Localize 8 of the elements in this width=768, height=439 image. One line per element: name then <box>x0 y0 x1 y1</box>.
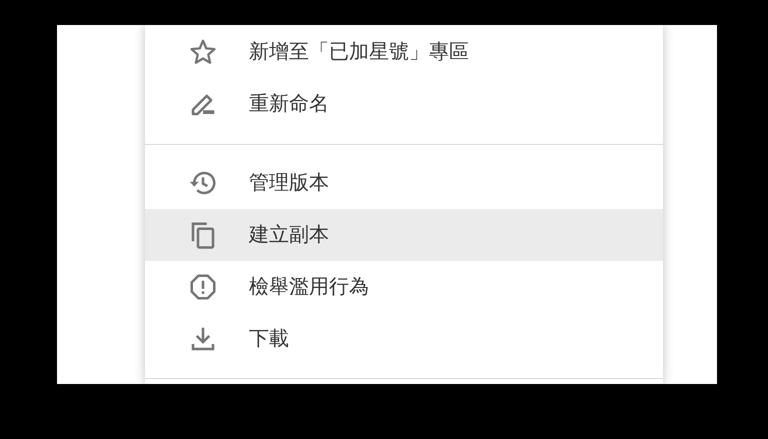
menu-item[interactable]: 管理版本 <box>145 157 663 209</box>
menu-item[interactable]: 檢舉濫用行為 <box>145 261 663 313</box>
menu-item[interactable]: 新增至「已加星號」專區 <box>145 26 663 78</box>
menu-item[interactable]: 建立副本 <box>145 209 663 261</box>
menu-item[interactable]: 下載 <box>145 313 663 365</box>
menu-item[interactable]: 重新命名 <box>145 78 663 130</box>
warning-icon <box>188 272 218 302</box>
star-icon <box>188 37 218 67</box>
